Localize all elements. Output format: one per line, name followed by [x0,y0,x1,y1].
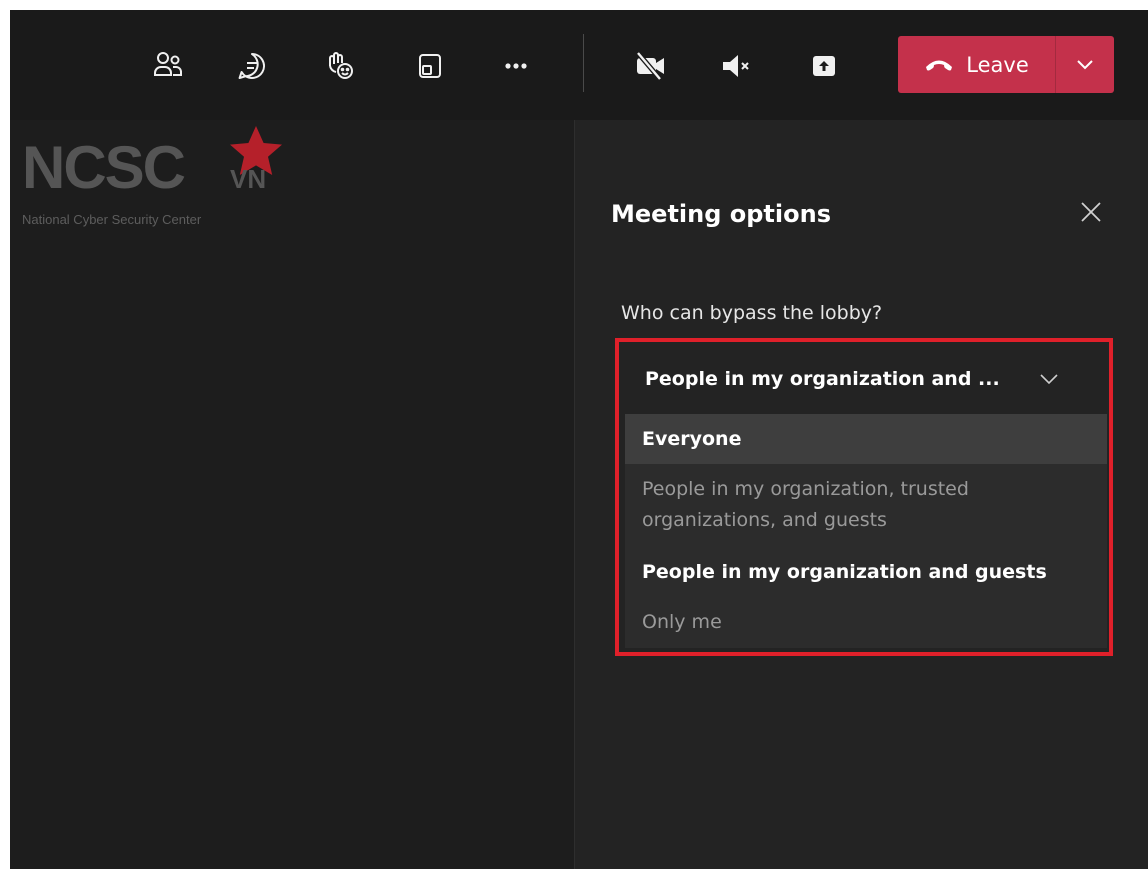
logo-subtitle: National Cyber Security Center [22,212,202,227]
leave-options-button[interactable] [1055,36,1114,93]
meeting-stage: NCSC VN National Cyber Security Center [10,120,574,869]
toolbar-divider [583,34,584,92]
reactions-button[interactable] [318,44,362,88]
chat-button[interactable] [230,44,274,88]
close-icon [1080,201,1102,227]
more-options-button[interactable] [494,44,538,88]
rooms-icon [414,50,446,82]
leave-button[interactable]: Leave [898,36,1055,93]
dropdown-selected-value: People in my organization and ... [645,368,1000,390]
option-everyone[interactable]: Everyone [625,414,1107,464]
chevron-down-icon [1076,55,1094,74]
leave-button-group: Leave [898,36,1114,93]
chevron-down-icon [1039,370,1059,389]
camera-off-icon [633,49,667,83]
lobby-question-label: Who can bypass the lobby? [621,302,883,324]
share-icon [808,50,840,82]
dropdown-options-list: Everyone People in my organization, trus… [625,414,1107,648]
teams-meeting-window: Leave NCSC VN National Cyber Security Ce… [10,10,1148,869]
people-icon [152,50,184,82]
option-only-me[interactable]: Only me [625,607,1107,637]
close-button[interactable] [1073,196,1109,232]
chat-icon [236,50,268,82]
share-screen-button[interactable] [802,44,846,88]
lobby-bypass-dropdown[interactable]: People in my organization and ... [625,348,1107,414]
logo-suffix: VN [230,164,267,194]
phone-hangup-icon [924,53,954,77]
react-icon [324,50,356,82]
more-icon [500,50,532,82]
meeting-options-panel: Meeting options Who can bypass the lobby… [574,120,1148,869]
mic-muted-icon [719,49,753,83]
meeting-toolbar: Leave [10,10,1148,120]
participants-button[interactable] [146,44,190,88]
camera-toggle-button[interactable] [628,44,672,88]
rooms-button[interactable] [408,44,452,88]
panel-title: Meeting options [611,200,831,228]
ncsc-logo: NCSC VN National Cyber Security Center [22,126,302,230]
option-org-trusted-guests[interactable]: People in my organization, trusted organ… [625,474,1055,536]
logo-main-text: NCSC [22,134,186,201]
option-org-and-guests[interactable]: People in my organization and guests [625,557,1107,587]
mic-toggle-button[interactable] [714,44,758,88]
leave-label: Leave [966,52,1029,77]
